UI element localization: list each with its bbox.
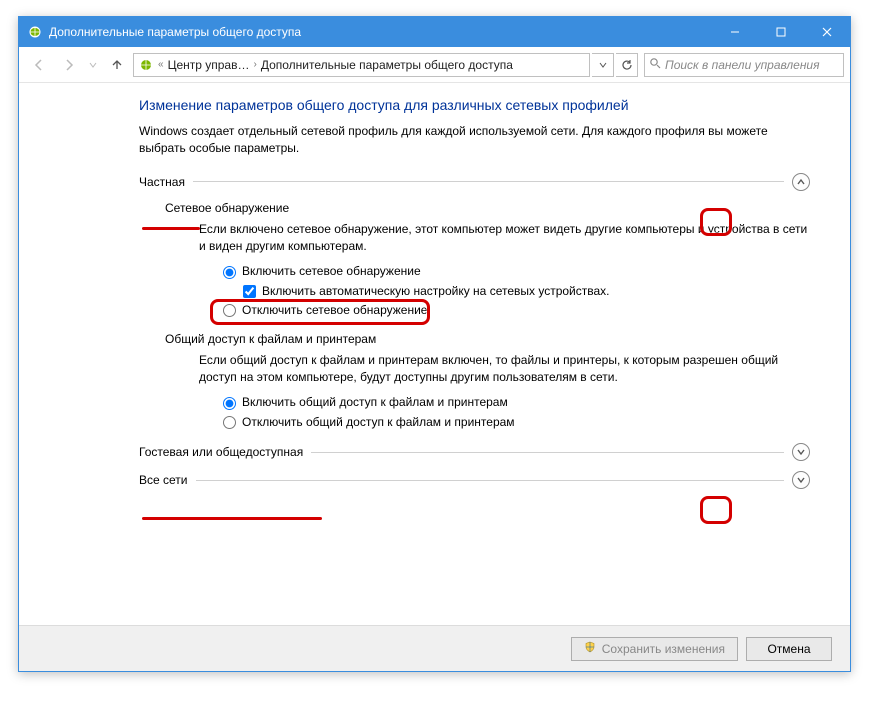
check-discovery-auto[interactable] [243,285,256,298]
breadcrumb-level1[interactable]: Центр управ… [168,58,250,72]
address-dropdown-button[interactable] [592,53,614,77]
network-center-icon [27,24,43,40]
window-frame: Дополнительные параметры общего доступа [18,16,851,672]
label-discovery-auto: Включить автоматическую настройку на сет… [262,283,610,300]
save-button[interactable]: Сохранить изменения [571,637,738,661]
maximize-button[interactable] [758,17,804,47]
section-desc-discovery: Если включено сетевое обнаружение, этот … [199,221,810,256]
label-fileshare-on: Включить общий доступ к файлам и принтер… [242,394,508,411]
profile-label-private: Частная [139,175,185,189]
back-button[interactable] [25,51,53,79]
window-title: Дополнительные параметры общего доступа [49,25,301,39]
radio-fileshare-on[interactable] [223,397,236,410]
divider [311,452,784,453]
page-description: Windows создает отдельный сетевой профил… [139,123,810,157]
radio-discovery-on[interactable] [223,266,236,279]
divider [196,480,785,481]
breadcrumb-sep-icon: « [158,59,164,70]
breadcrumb-level2[interactable]: Дополнительные параметры общего доступа [261,58,513,72]
save-button-label: Сохранить изменения [602,642,725,656]
chevron-down-icon[interactable] [792,471,810,489]
minimize-button[interactable] [712,17,758,47]
section-desc-fileshare: Если общий доступ к файлам и принтерам в… [199,352,810,387]
profile-header-all[interactable]: Все сети [139,471,810,489]
close-button[interactable] [804,17,850,47]
profile-label-guest: Гостевая или общедоступная [139,445,303,459]
label-fileshare-off: Отключить общий доступ к файлам и принте… [242,414,515,431]
chevron-right-icon: › [253,59,256,70]
page-title: Изменение параметров общего доступа для … [139,97,810,113]
search-placeholder: Поиск в панели управления [665,58,820,72]
search-input[interactable]: Поиск в панели управления [644,53,844,77]
label-discovery-on: Включить сетевое обнаружение [242,263,421,280]
breadcrumb[interactable]: « Центр управ… › Дополнительные параметр… [133,53,590,77]
recent-dropdown-button[interactable] [85,51,101,79]
chevron-down-icon[interactable] [792,443,810,461]
content-area: Изменение параметров общего доступа для … [19,83,850,625]
profile-label-all: Все сети [139,473,188,487]
up-button[interactable] [103,51,131,79]
shield-icon [584,641,596,656]
profile-header-private[interactable]: Частная [139,173,810,191]
profile-header-guest[interactable]: Гостевая или общедоступная [139,443,810,461]
titlebar[interactable]: Дополнительные параметры общего доступа [19,17,850,47]
cancel-button-label: Отмена [767,642,810,656]
section-heading-discovery: Сетевое обнаружение [165,201,289,215]
divider [193,181,784,182]
refresh-button[interactable] [616,53,638,77]
search-icon [649,57,661,72]
address-bar: « Центр управ… › Дополнительные параметр… [19,47,850,83]
button-bar: Сохранить изменения Отмена [19,625,850,671]
chevron-up-icon[interactable] [792,173,810,191]
forward-button[interactable] [55,51,83,79]
cancel-button[interactable]: Отмена [746,637,832,661]
label-discovery-off: Отключить сетевое обнаружение [242,302,427,319]
radio-fileshare-off[interactable] [223,416,236,429]
section-heading-fileshare: Общий доступ к файлам и принтерам [165,332,376,346]
network-center-icon [138,57,154,73]
radio-discovery-off[interactable] [223,304,236,317]
